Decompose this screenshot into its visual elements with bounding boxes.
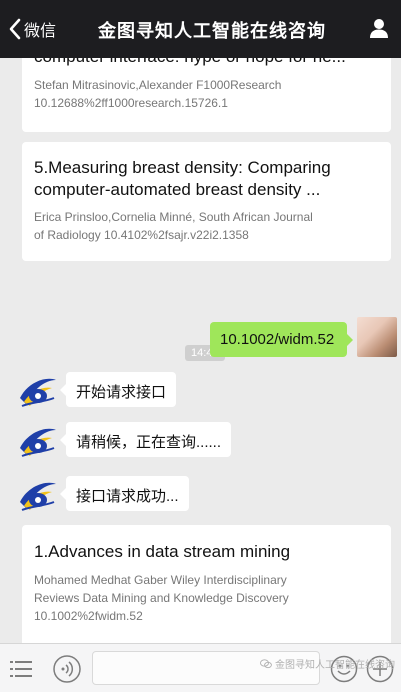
watermark-text: 金图寻知人工智能在线咨询 xyxy=(275,660,395,671)
eye-logo-icon[interactable] xyxy=(18,374,58,410)
chat-area[interactable]: computer interface: hype or hope for ne.… xyxy=(0,58,401,643)
article-authors: Stefan Mitrasinovic,Alexander F1000Resea… xyxy=(34,78,282,92)
voice-icon[interactable] xyxy=(52,654,82,684)
article-card[interactable]: 1.Advances in data stream mining Mohamed… xyxy=(22,525,391,643)
user-avatar[interactable] xyxy=(357,317,397,357)
article-title-line2: computer-automated breast density ... xyxy=(34,180,321,199)
article-doi: 10.12688%2ff1000research.15726.1 xyxy=(34,96,228,110)
article-authors: Mohamed Medhat Gaber Wiley Interdiscipli… xyxy=(34,573,287,587)
bot-message-bubble[interactable]: 接口请求成功... xyxy=(60,476,189,511)
article-journal: Reviews Data Mining and Knowledge Discov… xyxy=(34,591,289,605)
eye-logo-icon[interactable] xyxy=(18,478,58,514)
article-title: 1.Advances in data stream mining xyxy=(34,542,291,561)
back-button[interactable]: 微信 xyxy=(8,18,57,40)
bot-message-bubble[interactable]: 请稍候，正在查询...... xyxy=(59,422,232,457)
person-icon[interactable] xyxy=(367,16,391,40)
back-label: 微信 xyxy=(24,23,57,40)
article-doi: of Radiology 10.4102%2fsajr.v22i2.1358 xyxy=(34,228,249,242)
wechat-logo-icon xyxy=(260,658,272,668)
article-title: computer interface: hype or hope for ne.… xyxy=(34,58,346,67)
article-doi: 10.1002%2fwidm.52 xyxy=(34,609,143,623)
chat-title: 金图寻知人工智能在线咨询 xyxy=(98,21,326,41)
article-title: 5.Measuring breast density: Comparing xyxy=(34,158,331,177)
bot-message-bubble[interactable]: 开始请求接口 xyxy=(59,372,177,407)
chevron-left-icon xyxy=(9,18,21,40)
outgoing-message-bubble[interactable]: 10.1002/widm.52 xyxy=(210,322,353,357)
menu-icon[interactable] xyxy=(10,660,32,678)
article-authors: Erica Prinsloo,Cornelia Minné, South Afr… xyxy=(34,210,313,224)
title-bar: 微信 金图寻知人工智能在线咨询 xyxy=(0,0,401,58)
article-card[interactable]: 5.Measuring breast density: Comparing co… xyxy=(22,142,391,261)
watermark: 金图寻知人工智能在线咨询 xyxy=(260,656,395,671)
eye-logo-icon[interactable] xyxy=(18,424,58,460)
article-card[interactable]: computer interface: hype or hope for ne.… xyxy=(22,58,391,132)
